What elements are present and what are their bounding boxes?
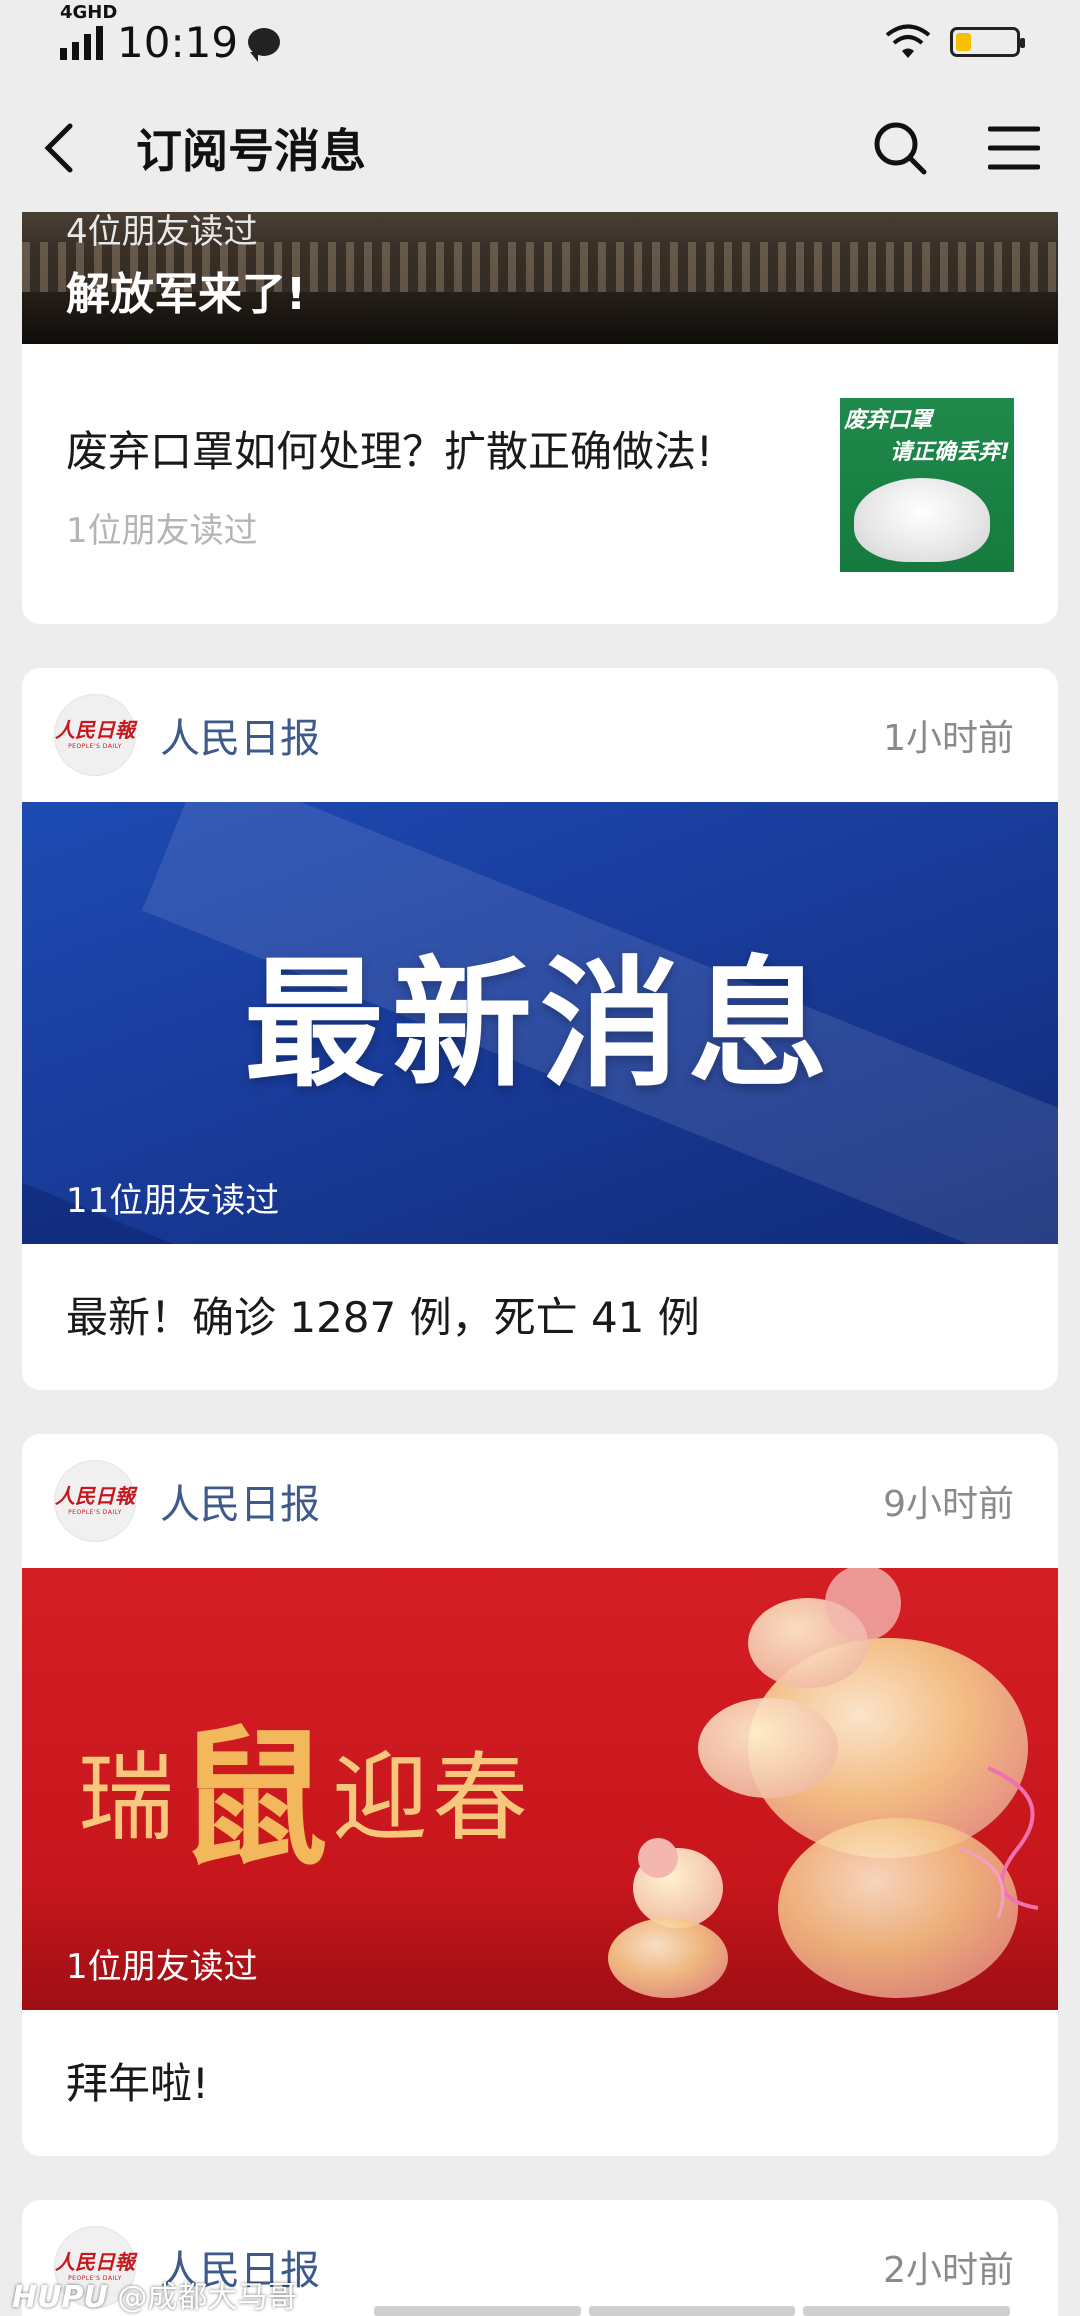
hero-char-big: 鼠 <box>178 1711 333 1887</box>
sub-article-reads: 1位朋友读过 <box>66 511 258 551</box>
sub-article-text: 废弃口罩如何处理？扩散正确做法! 1位朋友读过 <box>66 418 840 552</box>
nav-actions <box>872 120 1050 176</box>
read-count: 11位朋友读过 <box>66 1181 280 1221</box>
chevron-left-icon <box>44 123 73 173</box>
publisher-avatar[interactable]: 人民日報 PEOPLE'S DAILY <box>54 694 136 776</box>
avatar-logo-text: 人民日報 <box>55 1484 135 1508</box>
publisher-avatar[interactable]: 人民日報 PEOPLE'S DAILY <box>54 1460 136 1542</box>
read-count: 4位朋友读过 <box>66 212 258 252</box>
menu-icon[interactable] <box>988 125 1040 171</box>
battery-icon <box>950 27 1025 57</box>
clock: 10:19 <box>117 17 239 67</box>
avatar-logo-subtext: PEOPLE'S DAILY <box>68 1509 122 1516</box>
page-title: 订阅号消息 <box>136 124 366 178</box>
article-hero-image[interactable]: 瑞鼠迎春 1位朋友读过 <box>22 1568 1058 2010</box>
hero-chars: 迎春 <box>332 1742 533 1854</box>
watermark: HUPU @成都大马哥 <box>12 2272 297 2316</box>
article-headline: 解放军来了! <box>66 269 307 320</box>
mask-image <box>854 478 990 562</box>
watermark-brand: HUPU <box>12 2280 108 2315</box>
nav-bar: 订阅号消息 <box>0 84 1080 212</box>
status-left: 4GHD 10:19 <box>60 2 281 67</box>
thumb-text-2: 请正确丢弃! <box>889 440 1010 465</box>
wifi-icon <box>885 24 931 58</box>
publisher-row[interactable]: 人民日報 PEOPLE'S DAILY 人民日报 9小时前 <box>22 1434 1058 1568</box>
search-icon[interactable] <box>872 120 928 176</box>
message-notification-icon <box>248 28 281 62</box>
back-button[interactable] <box>30 118 90 178</box>
publisher-name[interactable]: 人民日报 <box>160 1472 320 1530</box>
watermark-user: @成都大马哥 <box>117 2280 298 2315</box>
message-feed[interactable]: 4位朋友读过 解放军来了! 废弃口罩如何处理？扩散正确做法! 1位朋友读过 废弃… <box>22 212 1058 2316</box>
sub-article-thumbnail: 废弃口罩 请正确丢弃! <box>840 398 1014 572</box>
hero-greeting-text: 瑞鼠迎春 <box>78 1678 532 1895</box>
status-right <box>884 24 1025 60</box>
article-title[interactable]: 最新！确诊 1287 例，死亡 41 例 <box>22 1244 1058 1390</box>
article-card: 人民日報 PEOPLE'S DAILY 人民日报 9小时前 瑞鼠迎春 1位朋友读… <box>22 1434 1058 2156</box>
battery-level <box>956 33 971 51</box>
signal-icon: 4GHD <box>60 2 117 60</box>
avatar-logo-text: 人民日報 <box>55 718 135 742</box>
article-card: 人民日報 PEOPLE'S DAILY 人民日报 1小时前 最新消息 11位朋友… <box>22 668 1058 1390</box>
publish-time: 1小时前 <box>883 718 1014 759</box>
network-type: 4GHD <box>60 2 118 23</box>
article-card-top: 4位朋友读过 解放军来了! 废弃口罩如何处理？扩散正确做法! 1位朋友读过 废弃… <box>22 212 1058 624</box>
article-hero-image[interactable]: 4位朋友读过 解放军来了! <box>22 212 1058 344</box>
thumb-text-1: 废弃口罩 <box>844 408 933 433</box>
avatar-logo-subtext: PEOPLE'S DAILY <box>68 743 122 750</box>
publisher-name[interactable]: 人民日报 <box>160 706 320 764</box>
publish-time: 2小时前 <box>883 2250 1014 2291</box>
publish-time: 9小时前 <box>883 1484 1014 1525</box>
article-title[interactable]: 拜年啦! <box>22 2010 1058 2156</box>
article-hero-image[interactable]: 最新消息 11位朋友读过 <box>22 802 1058 1244</box>
hero-char: 瑞 <box>78 1742 178 1854</box>
rat-illustration <box>608 1568 1039 1998</box>
sub-article-item[interactable]: 废弃口罩如何处理？扩散正确做法! 1位朋友读过 废弃口罩 请正确丢弃! <box>22 344 1058 624</box>
hero-title-text: 最新消息 <box>243 943 836 1107</box>
avatar-logo-text: 人民日報 <box>55 2250 135 2274</box>
status-bar: 4GHD 10:19 <box>0 0 1080 84</box>
sub-article-title: 废弃口罩如何处理？扩散正确做法! <box>66 427 713 476</box>
publisher-row[interactable]: 人民日報 PEOPLE'S DAILY 人民日报 1小时前 <box>22 668 1058 802</box>
read-count: 1位朋友读过 <box>66 1947 258 1987</box>
